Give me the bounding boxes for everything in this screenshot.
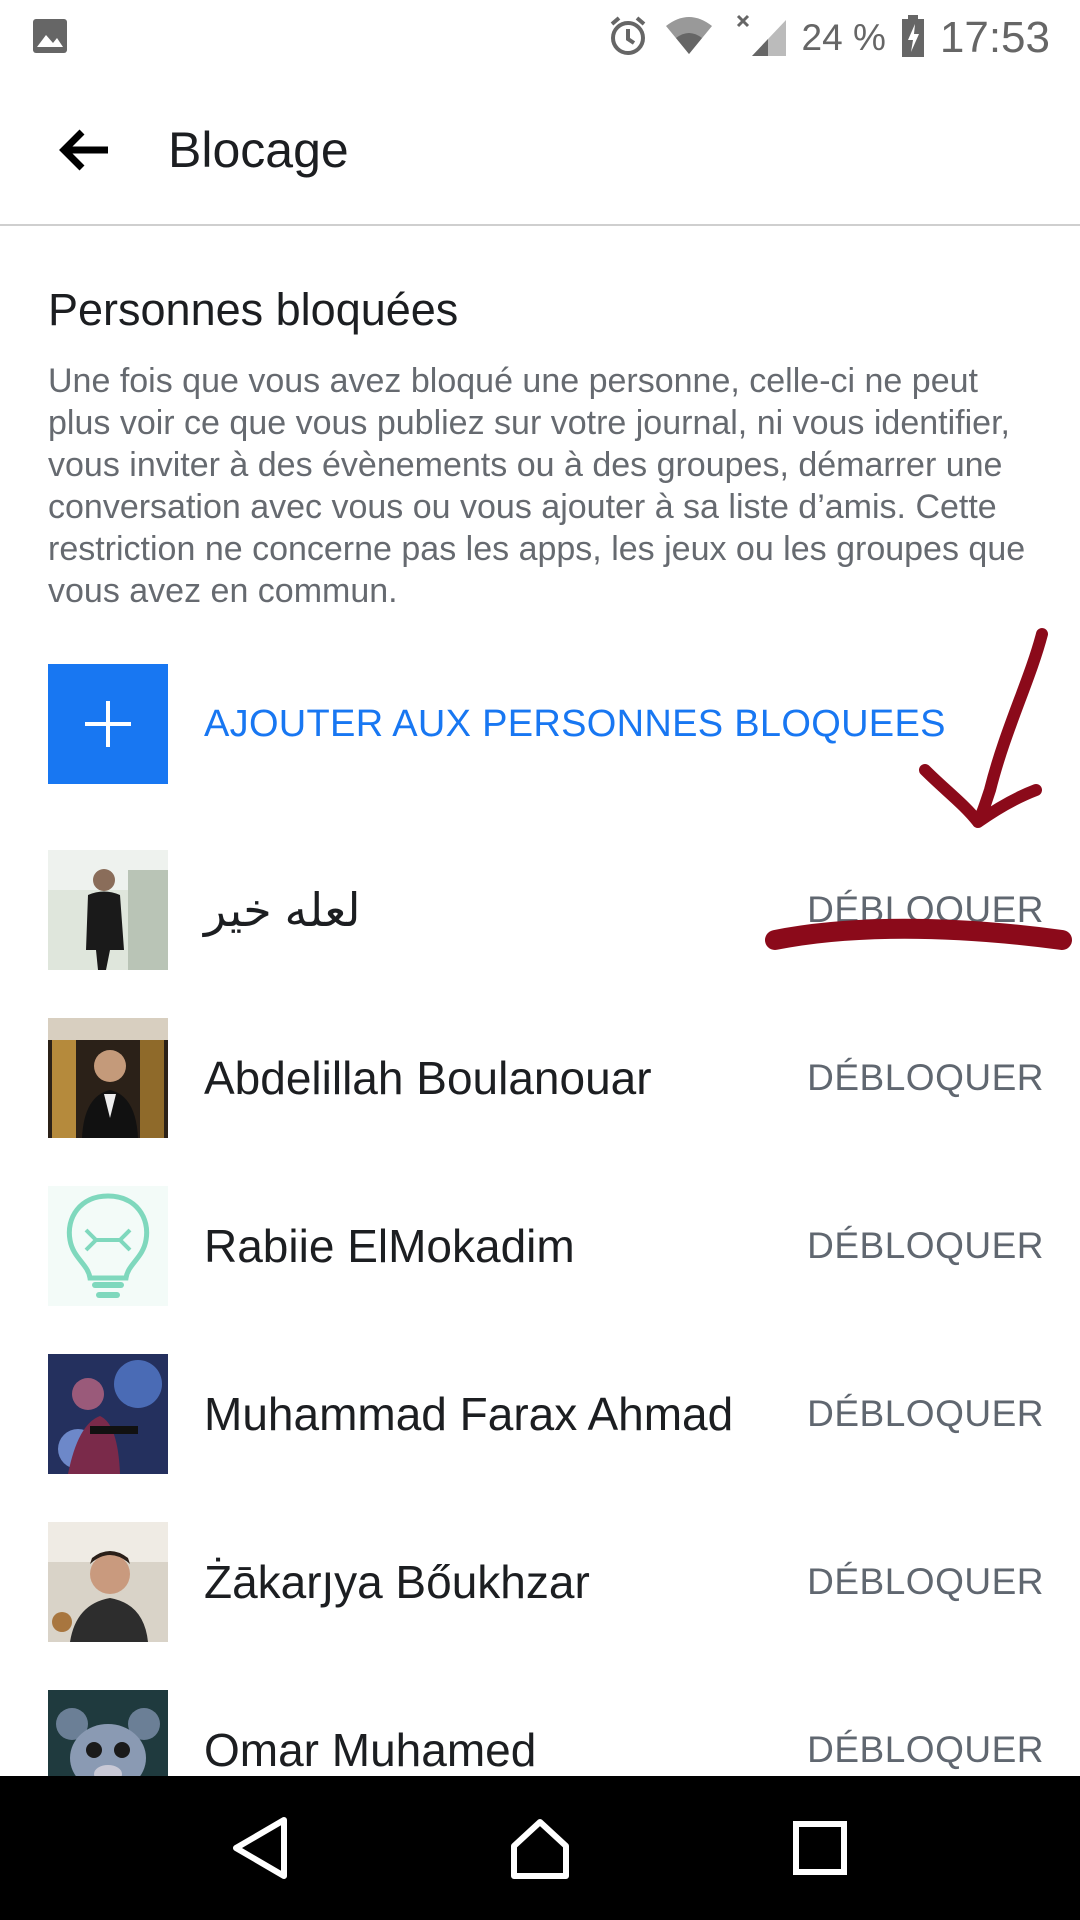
person-name: Muhammad Farax Ahmad bbox=[204, 1388, 734, 1440]
avatar bbox=[48, 850, 168, 970]
unblock-button[interactable]: DÉBLOQUER bbox=[807, 1225, 1044, 1267]
section-title: Personnes bloquées bbox=[48, 284, 459, 335]
person-name: Omar Muhamed bbox=[204, 1724, 537, 1776]
clock: 17:53 bbox=[939, 13, 1050, 62]
alarm-icon bbox=[606, 14, 650, 63]
list-item: Abdelillah Boulanouar DÉBLOQUER bbox=[48, 1018, 1044, 1138]
add-blocked-person-button[interactable]: AJOUTER AUX PERSONNES BLOQUEES bbox=[48, 664, 1038, 784]
person-name: Rabiie ElMokadim bbox=[204, 1220, 575, 1272]
system-nav-bar bbox=[0, 1776, 1080, 1920]
avatar bbox=[48, 1018, 168, 1138]
wifi-icon bbox=[664, 16, 714, 61]
person-name: Abdelillah Boulanouar bbox=[204, 1052, 652, 1104]
unblock-button[interactable]: DÉBLOQUER bbox=[807, 889, 1044, 931]
list-item: Muhammad Farax Ahmad DÉBLOQUER bbox=[48, 1354, 1044, 1474]
avatar bbox=[48, 1354, 168, 1474]
nav-home-button[interactable] bbox=[490, 1798, 590, 1898]
battery-percent: 24 % bbox=[801, 17, 886, 58]
list-item: Żākarյya Bőukhzar DÉBLOQUER bbox=[48, 1522, 1044, 1642]
avatar bbox=[48, 1186, 168, 1306]
person-name: لعله خير bbox=[204, 884, 361, 936]
image-icon bbox=[30, 16, 70, 61]
plus-icon bbox=[85, 701, 131, 747]
unblock-button[interactable]: DÉBLOQUER bbox=[807, 1057, 1044, 1099]
section-description: Une fois que vous avez bloqué une person… bbox=[48, 362, 1026, 610]
add-blocked-person-label: AJOUTER AUX PERSONNES BLOQUEES bbox=[204, 702, 946, 745]
list-item: Rabiie ElMokadim DÉBLOQUER bbox=[48, 1186, 1044, 1306]
recents-icon bbox=[793, 1821, 847, 1875]
list-item: لعله خير DÉBLOQUER bbox=[48, 850, 1044, 970]
avatar bbox=[48, 1522, 168, 1642]
battery-charging-icon bbox=[900, 14, 926, 63]
unblock-button[interactable]: DÉBLOQUER bbox=[807, 1393, 1044, 1435]
unblock-button[interactable]: DÉBLOQUER bbox=[807, 1561, 1044, 1603]
signal-icon bbox=[728, 14, 788, 63]
home-icon bbox=[511, 1819, 569, 1879]
nav-back-button[interactable] bbox=[210, 1798, 310, 1898]
unblock-button[interactable]: DÉBLOQUER bbox=[807, 1729, 1044, 1771]
person-name: Żākarյya Bőukhzar bbox=[204, 1556, 590, 1608]
arrow-left-icon bbox=[59, 129, 108, 171]
back-button[interactable] bbox=[44, 110, 124, 190]
nav-recents-button[interactable] bbox=[770, 1798, 870, 1898]
page-title: Blocage bbox=[168, 122, 349, 178]
back-triangle-icon bbox=[233, 1817, 287, 1879]
add-box bbox=[48, 664, 168, 784]
app-bar: Blocage bbox=[0, 76, 1080, 226]
status-bar: 24 % 17:53 bbox=[0, 0, 1080, 76]
